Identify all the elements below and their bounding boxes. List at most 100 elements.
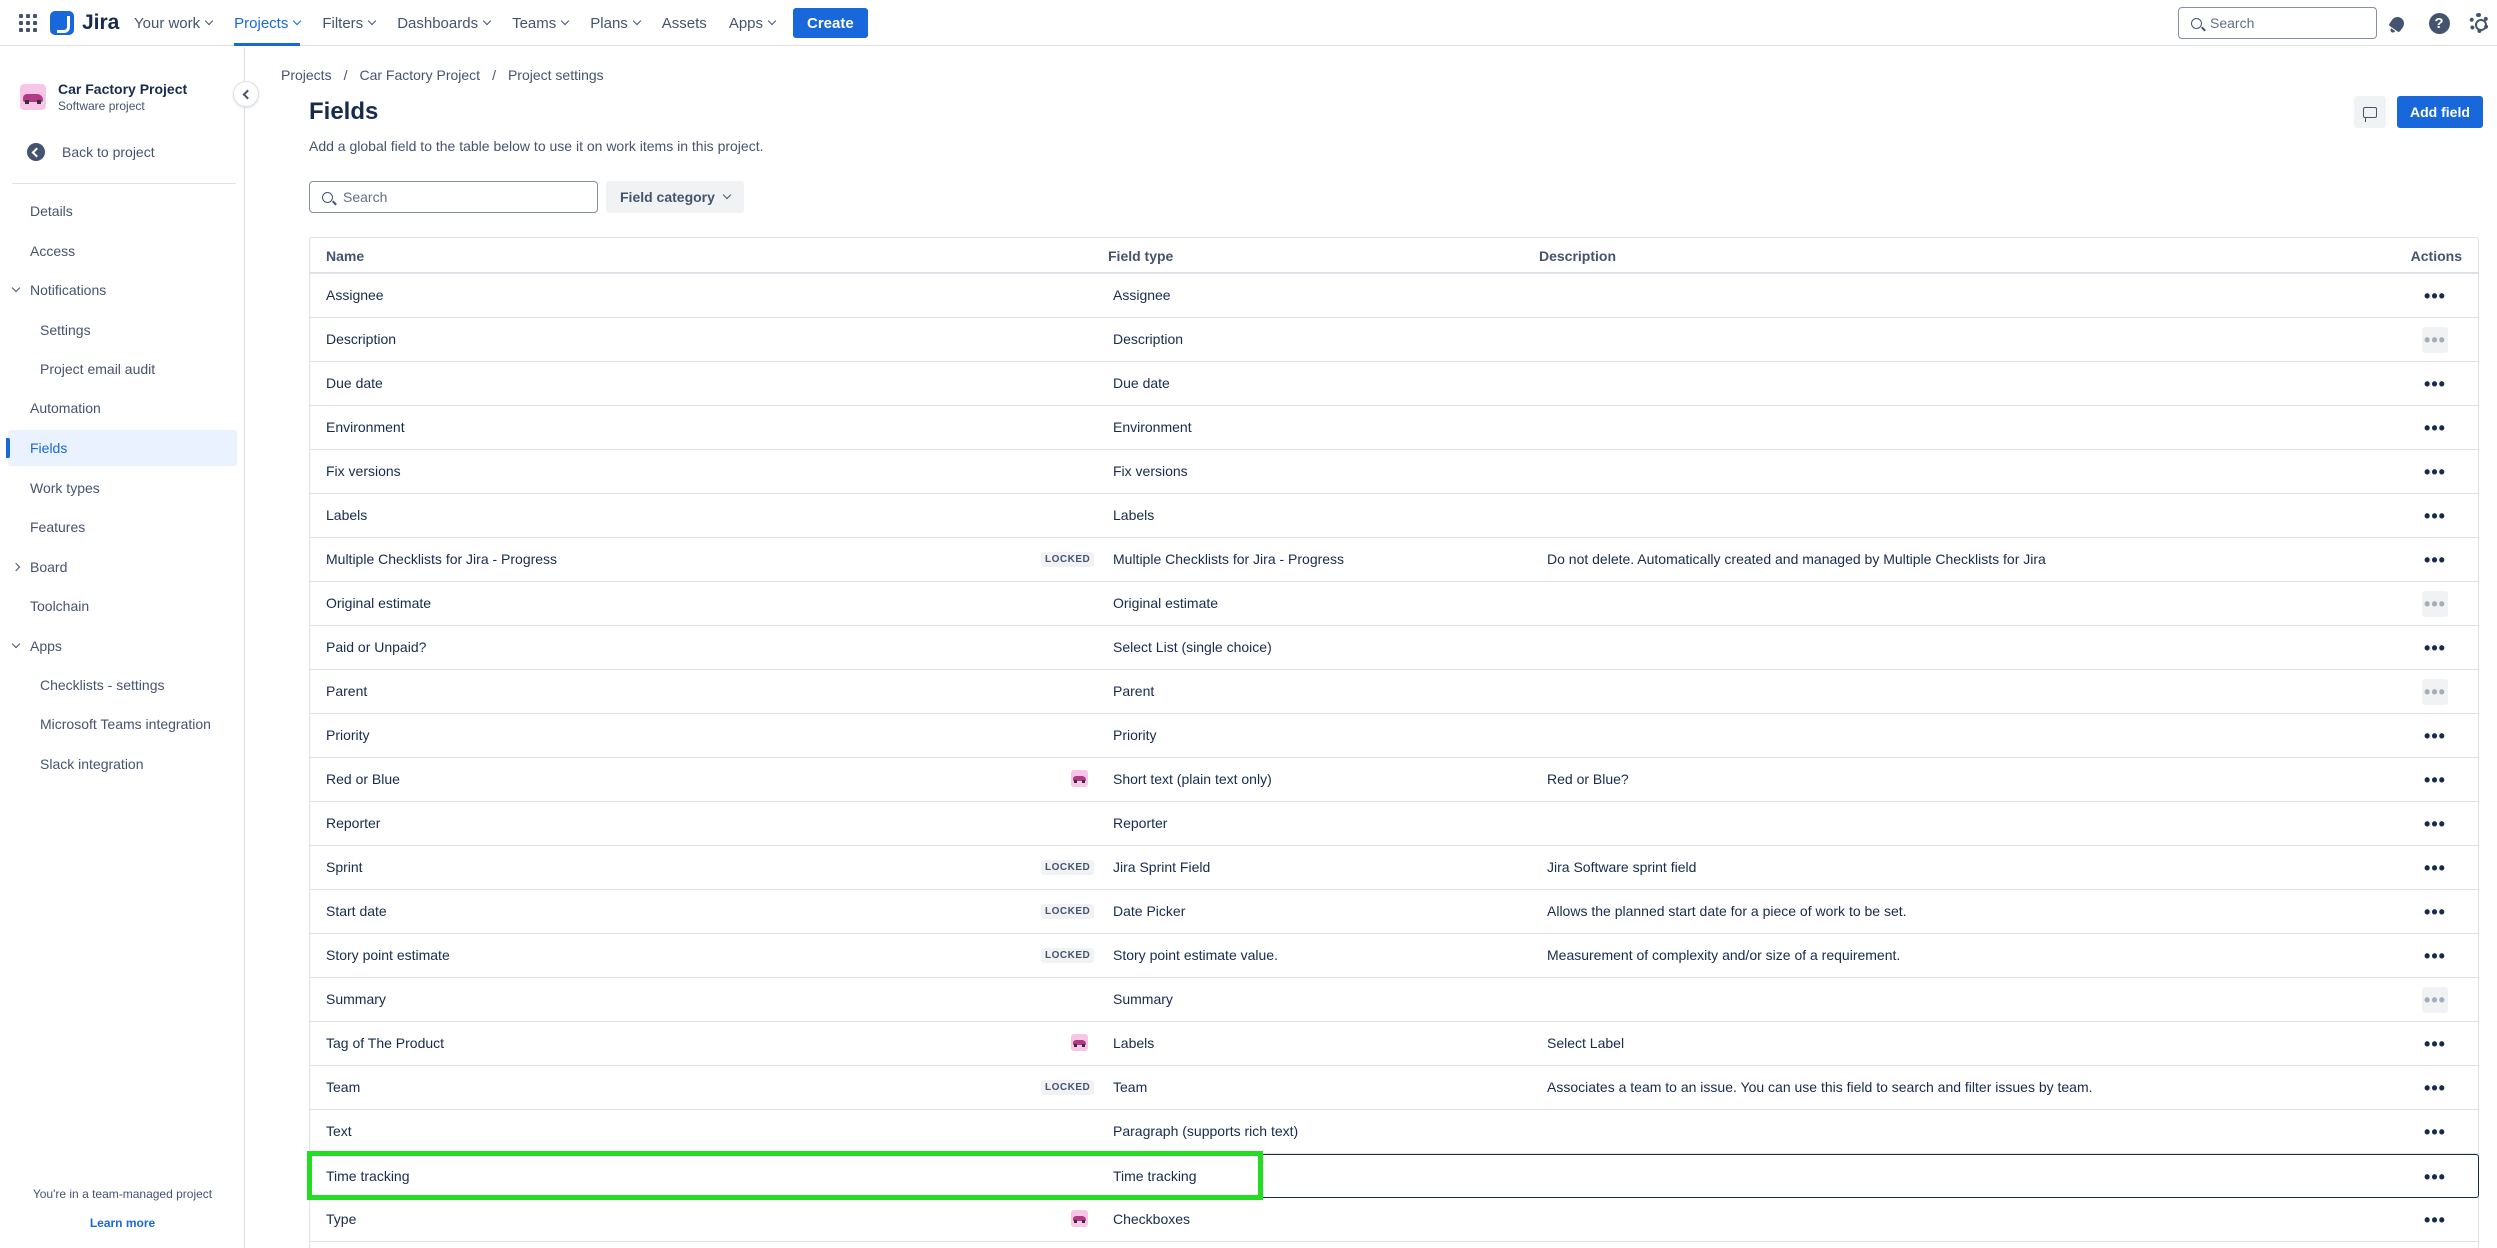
table-row[interactable]: Sprint LOCKED Jira Sprint Field Jira Softwa… [310, 846, 2478, 890]
table-row[interactable]: Original estimate Original estimate ••• [310, 582, 2478, 626]
project-avatar-icon [1071, 1210, 1088, 1227]
jira-logo[interactable]: Jira [50, 11, 119, 35]
more-actions-icon[interactable]: ••• [2422, 415, 2448, 441]
sidebar-item-notifications[interactable]: Notifications [8, 272, 237, 308]
field-type: Date Picker [1113, 903, 1186, 919]
sidebar-item-details[interactable]: Details [8, 193, 237, 229]
sidebar-item-slack-integration[interactable]: Slack integration [8, 746, 237, 782]
nav-dashboards[interactable]: Dashboards [397, 0, 492, 46]
field-category-dropdown[interactable]: Field category [606, 181, 744, 213]
more-actions-icon[interactable]: ••• [2422, 855, 2448, 881]
table-row[interactable]: Tag of The Product Labels Select Label ••• [310, 1022, 2478, 1066]
nav-assets[interactable]: Assets [662, 0, 707, 46]
nav-projects[interactable]: Projects [234, 0, 302, 46]
field-name: Description [326, 331, 397, 347]
table-row[interactable]: Multiple Checklists for Jira - Progress L… [310, 538, 2478, 582]
sidebar-item-apps[interactable]: Apps [8, 628, 237, 664]
table-row[interactable]: Story point estimate LOCKED Story point es… [310, 934, 2478, 978]
sidebar-item-label: Automation [30, 400, 101, 416]
more-actions-icon[interactable]: ••• [2422, 899, 2448, 925]
table-row[interactable]: Due date Due date ••• [310, 362, 2478, 406]
table-row[interactable]: Team LOCKED Team Associates a team to an is… [310, 1066, 2478, 1110]
nav-label: Your work [134, 14, 201, 32]
back-to-project-link[interactable]: Back to project [27, 143, 155, 161]
table-row[interactable]: Labels Labels ••• [310, 494, 2478, 538]
create-button[interactable]: Create [793, 8, 868, 38]
more-actions-icon[interactable]: ••• [2422, 723, 2448, 749]
field-type: Jira Sprint Field [1113, 859, 1211, 875]
more-actions-icon[interactable]: ••• [2422, 371, 2448, 397]
add-field-button[interactable]: Add field [2397, 96, 2483, 128]
table-row[interactable]: Description Description ••• [310, 318, 2478, 362]
sidebar-item-features[interactable]: Features [8, 509, 237, 545]
locked-badge: LOCKED [1041, 1080, 1095, 1095]
table-row[interactable]: Text Paragraph (supports rich text) ••• [310, 1110, 2478, 1154]
app-switcher-icon[interactable] [19, 14, 37, 32]
table-row[interactable]: Environment Environment ••• [310, 406, 2478, 450]
feedback-button[interactable] [2354, 96, 2386, 128]
nav-plans[interactable]: Plans [590, 0, 642, 46]
settings-button[interactable] [2467, 11, 2491, 35]
more-actions-icon[interactable]: ••• [2422, 811, 2448, 837]
collapse-sidebar-button[interactable] [234, 82, 258, 106]
table-row[interactable]: Assignee Assignee ••• [310, 274, 2478, 318]
table-row[interactable]: Summary Summary ••• [310, 978, 2478, 1022]
sidebar-item-microsoft-teams-integration[interactable]: Microsoft Teams integration [8, 706, 237, 742]
more-actions-icon[interactable]: ••• [2422, 1119, 2448, 1145]
chevron-down-icon [11, 283, 21, 293]
table-row[interactable]: Type Checkboxes ••• [310, 1198, 2478, 1242]
table-row[interactable]: Start date LOCKED Date Picker Allows the pl… [310, 890, 2478, 934]
sidebar-item-label: Work types [30, 480, 100, 496]
top-navigation: Jira Your work Projects Filters Dashboards T… [0, 0, 2497, 46]
breadcrumb-project[interactable]: Car Factory Project [359, 67, 480, 83]
sidebar-item-fields[interactable]: Fields [6, 430, 237, 466]
sidebar-item-work-types[interactable]: Work types [8, 470, 237, 506]
breadcrumb-projects[interactable]: Projects [281, 67, 332, 83]
more-actions-icon[interactable]: ••• [2422, 1031, 2448, 1057]
more-actions-icon[interactable]: ••• [2422, 943, 2448, 969]
more-actions-icon[interactable]: ••• [2422, 283, 2448, 309]
column-header-name[interactable]: Name [326, 248, 364, 264]
chevron-left-icon [242, 89, 253, 99]
learn-more-link[interactable]: Learn more [0, 1216, 245, 1230]
field-type: Team [1113, 1079, 1148, 1095]
breadcrumb-project-settings[interactable]: Project settings [508, 67, 604, 83]
more-actions-icon[interactable]: ••• [2422, 547, 2448, 573]
table-row[interactable]: Priority Priority ••• [310, 714, 2478, 758]
more-actions-icon[interactable]: ••• [2422, 1075, 2448, 1101]
more-actions-icon[interactable]: ••• [2422, 1164, 2448, 1190]
nav-label: Filters [322, 14, 364, 32]
field-name: Tag of The Product [326, 1035, 445, 1051]
sidebar-item-automation[interactable]: Automation [8, 390, 237, 426]
more-actions-icon: ••• [2422, 327, 2448, 353]
global-search-input[interactable]: Search [2178, 7, 2377, 39]
table-row[interactable]: Red or Blue Short text (plain text only) R… [310, 758, 2478, 802]
table-row[interactable]: Fix versions Fix versions ••• [310, 450, 2478, 494]
more-actions-icon[interactable]: ••• [2422, 767, 2448, 793]
more-actions-icon[interactable]: ••• [2422, 459, 2448, 485]
more-actions-icon[interactable]: ••• [2422, 503, 2448, 529]
table-row[interactable]: Time tracking Time tracking ••• [309, 1154, 2479, 1198]
nav-filters[interactable]: Filters [322, 0, 377, 46]
nav-apps[interactable]: Apps [729, 0, 777, 46]
sidebar-item-toolchain[interactable]: Toolchain [8, 588, 237, 624]
table-header: Name Field type Description Actions [310, 238, 2478, 274]
sidebar-item-project-email-audit[interactable]: Project email audit [8, 351, 237, 387]
table-row[interactable]: Parent Parent ••• [310, 670, 2478, 714]
nav-your-work[interactable]: Your work [134, 0, 214, 46]
sidebar-item-board[interactable]: Board [8, 549, 237, 585]
more-actions-icon[interactable]: ••• [2422, 635, 2448, 661]
table-row[interactable]: Paid or Unpaid? Select List (single choic… [310, 626, 2478, 670]
column-header-field-type[interactable]: Field type [1108, 248, 1173, 264]
field-search-input[interactable] [343, 189, 583, 205]
page-title: Fields [309, 98, 379, 125]
help-button[interactable]: ? [2427, 11, 2451, 35]
more-actions-icon: ••• [2422, 987, 2448, 1013]
sidebar-item-checklists-settings[interactable]: Checklists - settings [8, 667, 237, 703]
sidebar-item-access[interactable]: Access [8, 233, 237, 269]
nav-teams[interactable]: Teams [512, 0, 570, 46]
more-actions-icon[interactable]: ••• [2422, 1207, 2448, 1233]
notifications-button[interactable] [2385, 11, 2409, 35]
sidebar-item-settings[interactable]: Settings [8, 312, 237, 348]
table-row[interactable]: Reporter Reporter ••• [310, 802, 2478, 846]
